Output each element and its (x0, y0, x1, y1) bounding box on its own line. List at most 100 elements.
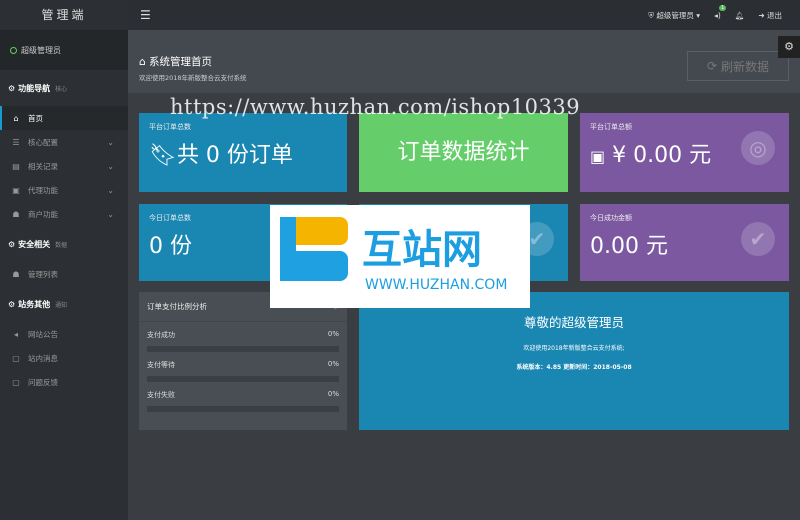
section-other: ⚙ 站务其他 通知 (0, 286, 128, 322)
card-label: 今日订单总数 (149, 214, 191, 222)
refresh-button[interactable]: ⟳ 刷新数据 (687, 51, 789, 81)
watermark-logo: 互站网 WWW.HUZHAN.COM (270, 205, 530, 308)
card-value: 🔖︎共 0 份订单 (149, 137, 293, 169)
volume-icon: ◂ (13, 329, 18, 339)
shield-icon: ⛨ (648, 10, 655, 20)
version-info: 系统版本：4.85 更新时间：2018-05-08 (516, 364, 632, 371)
card-total-amount: 平台订单总额 ▣ ¥ 0.00 元 ◎ (580, 113, 789, 192)
svg-text:WWW.HUZHAN.COM: WWW.HUZHAN.COM (365, 277, 507, 293)
brand-title: 管理端 (41, 8, 87, 22)
lifebuoy-icon: ◎ (741, 131, 775, 165)
progress-bar (147, 346, 339, 352)
welcome-panel: 尊敬的超级管理员 欢迎使用2018年新版整合云支付系统; 系统版本：4.85 更… (359, 292, 789, 430)
progress-percent: 0% (327, 360, 339, 368)
card-label: 今日成功金额 (590, 214, 632, 222)
section-title: 站务其他 (18, 299, 51, 309)
chevron-down-icon: ⌄ (107, 137, 114, 147)
gear-icon: ⚙ (8, 299, 16, 309)
section-title: 安全相关 (18, 239, 51, 249)
sidebar-item-agent[interactable]: ▣ 代理功能 ⌄ (0, 178, 128, 202)
gear-icon: ⚙ (8, 83, 16, 93)
chevron-down-icon: ⌄ (107, 161, 114, 171)
refresh-icon: ⟳ (707, 59, 718, 73)
bookmark-icon: 🔖︎ (149, 143, 177, 168)
page-header: ⌂ 系统管理首页 欢迎使用2018年新版整合云支付系统 ⟳ 刷新数据 (128, 30, 800, 93)
sidebar-item-admin-list[interactable]: ☗ 管理列表 (0, 262, 128, 286)
page-subtitle: 欢迎使用2018年新版整合云支付系统 (139, 74, 247, 82)
card-value: 0.00 元 (590, 234, 668, 259)
sidebar-item-messages[interactable]: ▢ 站内消息 (0, 346, 128, 370)
list-icon: ▤ (12, 161, 20, 171)
home-icon: ⌂ (13, 113, 19, 123)
card-value: 0 份 (149, 234, 192, 259)
card-label: 平台订单总额 (590, 123, 632, 131)
bell-icon[interactable]: 🔔︎ (735, 11, 745, 20)
section-tag: 核心 (55, 85, 68, 93)
user-icon: ☗ (12, 269, 20, 279)
sliders-icon: ☰ (12, 137, 20, 147)
agent-icon: ▣ (12, 185, 20, 195)
sidebar-item-core-config[interactable]: ☰ 核心配置 ⌄ (0, 130, 128, 154)
welcome-text: 欢迎使用2018年新版整合云支付系统; (523, 345, 625, 352)
sidebar-item-label: 代理功能 (28, 185, 58, 195)
sidebar-item-records[interactable]: ▤ 相关记录 ⌄ (0, 154, 128, 178)
progress-label: 支付等待 (147, 361, 175, 369)
feedback-icon: ▢ (12, 377, 20, 387)
money-icon: ▣ (590, 147, 606, 166)
card-stats-text: 订单数据统计 (397, 140, 530, 165)
panel-title: 订单支付比例分析 (147, 302, 207, 311)
page-title: ⌂ 系统管理首页 (139, 54, 212, 69)
refresh-label: 刷新数据 (720, 59, 769, 74)
logout-label: 退出 (767, 10, 782, 20)
card-value-text: 共 0 份订单 (176, 143, 293, 168)
sidebar-item-label: 商户功能 (28, 209, 58, 219)
progress-row: 支付等待 0% (139, 360, 347, 382)
sidebar-item-label: 网站公告 (28, 329, 58, 339)
announcement-button[interactable]: ◂) 1 (714, 4, 727, 20)
user-name: 超级管理员 (21, 45, 61, 55)
sidebar-item-label: 相关记录 (28, 161, 58, 171)
settings-gear-button[interactable]: ⚙ (778, 36, 800, 58)
sidebar-item-label: 首页 (28, 113, 43, 123)
logout-icon: ➜ (758, 10, 765, 20)
progress-row: 支付失败 0% (139, 390, 347, 412)
sidebar: 管理端 超级管理员 ⚙ 功能导航 核心 ⌂ 首页 ☰ 核心配置 ⌄ ▤ 相关记录 ⌄ ▣ 代理功… (0, 0, 128, 520)
progress-percent: 0% (327, 330, 339, 338)
check-circle-icon: ✔ (741, 222, 775, 256)
user-menu[interactable]: ⛨ 超级管理员 ▾ (648, 10, 700, 21)
sidebar-item-label: 问题反馈 (28, 377, 58, 387)
current-user[interactable]: 超级管理员 (0, 30, 128, 70)
card-value: ▣ ¥ 0.00 元 (590, 137, 711, 169)
progress-bar (147, 406, 339, 412)
progress-percent: 0% (327, 390, 339, 398)
logout-button[interactable]: ➜ 退出 (758, 10, 782, 21)
section-title: 功能导航 (18, 83, 51, 93)
card-order-stats[interactable]: 订单数据统计 (359, 113, 568, 192)
topbar: ☰ ⛨ 超级管理员 ▾ ◂) 1 🔔︎ ➜ 退出 (128, 0, 800, 30)
card-total-orders: 平台订单总数 🔖︎共 0 份订单 (139, 113, 347, 192)
card-today-amount: 今日成功金额 0.00 元 ✔ (580, 204, 789, 281)
section-tag: 通知 (55, 301, 68, 309)
message-icon: ▢ (12, 353, 20, 363)
menu-toggle-icon[interactable]: ☰ (140, 8, 151, 22)
gear-icon: ⚙ (8, 239, 16, 249)
sidebar-item-label: 管理列表 (28, 269, 58, 279)
card-label: 平台订单总数 (149, 123, 191, 131)
section-security: ⚙ 安全相关 数据 (0, 226, 128, 262)
page-title-text: 系统管理首页 (149, 56, 213, 68)
sidebar-item-label: 站内消息 (28, 353, 58, 363)
sidebar-item-label: 核心配置 (28, 137, 58, 147)
welcome-title: 尊敬的超级管理员 (523, 315, 624, 330)
sidebar-item-announcement[interactable]: ◂ 网站公告 (0, 322, 128, 346)
sidebar-item-feedback[interactable]: ▢ 问题反馈 (0, 370, 128, 394)
sidebar-item-home[interactable]: ⌂ 首页 (0, 106, 128, 130)
volume-icon: ◂) (714, 10, 721, 20)
progress-label: 支付成功 (147, 331, 175, 339)
notify-badge: 1 (719, 4, 727, 11)
sidebar-item-merchant[interactable]: ☗ 商户功能 ⌄ (0, 202, 128, 226)
progress-row: 支付成功 0% (139, 330, 347, 352)
progress-label: 支付失败 (147, 391, 175, 399)
home-icon: ⌂ (139, 56, 146, 68)
section-nav: ⚙ 功能导航 核心 (0, 70, 128, 106)
section-tag: 数据 (55, 241, 68, 249)
